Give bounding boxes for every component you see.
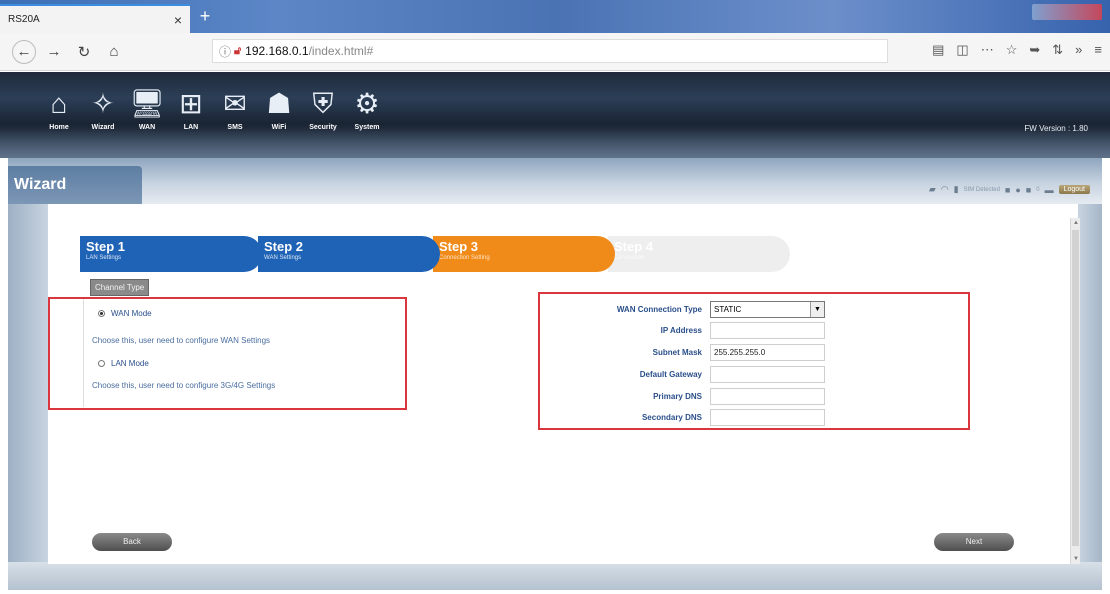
lan-icon: ⊞	[179, 88, 203, 119]
secondary-dns-input[interactable]	[710, 409, 825, 426]
new-tab-button[interactable]: +	[194, 6, 216, 28]
scroll-up-icon[interactable]: ▲	[1071, 218, 1081, 228]
wifi-status-icon: ◠	[940, 184, 949, 194]
primary-dns-input[interactable]	[710, 388, 825, 405]
content-scrollbar[interactable]: ▲ ▼	[1070, 218, 1080, 564]
back-arrow-icon[interactable]: ←	[12, 39, 36, 64]
bottom-background-band	[8, 562, 1102, 590]
menu-item-home[interactable]: ⌂ Home	[38, 86, 80, 131]
ip-address-row: IP Address	[540, 322, 825, 339]
globe-icon: ●	[1015, 184, 1021, 195]
wizard-bar: Wizard ▰ ◠ ▮ SIM Detected ■ ● ■ 0 ▬ Logo…	[8, 158, 1102, 204]
url-path: /index.html#	[308, 44, 374, 58]
url-bar[interactable]: ⓘ 🔓︎ 192.168.0.1 /index.html#	[212, 39, 888, 63]
info-icon[interactable]: ⓘ	[219, 43, 231, 60]
scroll-thumb[interactable]	[1072, 230, 1079, 546]
channel-type-divider	[83, 299, 84, 407]
home-icon[interactable]: ⌂	[102, 40, 126, 64]
firmware-version: FW Version : 1.80	[1024, 124, 1088, 133]
message-icon: ■	[1025, 184, 1032, 195]
home-icon: ⌂	[50, 88, 68, 119]
insecure-lock-icon: 🔓︎	[234, 44, 242, 57]
step-1[interactable]: Step 1 LAN Settings	[80, 236, 262, 272]
scroll-down-icon[interactable]: ▼	[1071, 554, 1081, 564]
wan-mode-description: Choose this, user need to configure WAN …	[92, 336, 271, 345]
url-host: 192.168.0.1	[245, 44, 309, 58]
menu-icon[interactable]: ≡	[1094, 42, 1102, 58]
menu-item-wifi[interactable]: ☗ WiFi	[258, 86, 300, 131]
right-background-band	[1078, 204, 1102, 570]
message-count: 0	[1036, 186, 1040, 193]
menu-item-wan[interactable]: 🖥︎ WAN	[126, 86, 168, 131]
signal-icon: ▰	[928, 184, 936, 194]
primary-dns-row: Primary DNS	[540, 388, 825, 405]
logout-button[interactable]: Logout	[1058, 185, 1090, 194]
menu-item-lan[interactable]: ⊞ LAN	[170, 86, 212, 131]
bookmark-star-icon[interactable]: ☆	[1006, 42, 1018, 58]
shield-icon: ⛨	[312, 88, 334, 119]
subnet-mask-input[interactable]	[710, 344, 825, 361]
forward-arrow-icon[interactable]: →	[42, 40, 66, 64]
next-button[interactable]: Next	[934, 533, 1014, 551]
browser-tab-bar: RS20A × +	[0, 0, 1110, 33]
default-gateway-row: Default Gateway	[540, 366, 825, 383]
browser-nav-bar: ← → ↻ ⌂ ⓘ 🔓︎ 192.168.0.1 /index.html# ▤ …	[0, 33, 1110, 71]
lan-mode-radio[interactable]: LAN Mode	[98, 359, 149, 368]
page-title: Wizard	[8, 166, 142, 204]
toolbar-right: ▤ ◫ ⋯ ☆ ➥ ⇅ » ≡	[932, 42, 1102, 58]
reload-icon[interactable]: ↻	[72, 40, 96, 64]
menu-item-security[interactable]: ⛨ Security	[302, 86, 344, 131]
secondary-dns-row: Secondary DNS	[540, 409, 825, 426]
tab-title: RS20A	[8, 14, 40, 25]
step-3[interactable]: Step 3 Connection Setting	[433, 236, 615, 272]
network-icon: ■	[1004, 184, 1011, 195]
close-icon[interactable]: ×	[174, 12, 182, 28]
wan-mode-radio[interactable]: WAN Mode	[98, 309, 152, 318]
gear-icon: ⚙	[354, 88, 380, 119]
window-controls[interactable]	[1032, 4, 1102, 20]
radio-unchecked-icon[interactable]	[98, 360, 105, 367]
lan-mode-description: Choose this, user need to configure 3G/4…	[92, 381, 276, 390]
page-icon[interactable]: ◫	[956, 42, 968, 58]
status-icons: ▰ ◠ ▮ SIM Detected ■ ● ■ 0 ▬ Logout	[929, 184, 1090, 195]
wifi-icon: ☗	[266, 88, 292, 119]
default-gateway-input[interactable]	[710, 366, 825, 383]
reader-view-icon[interactable]: ▤	[932, 42, 944, 58]
sms-icon: ✉	[223, 88, 247, 119]
more-icon[interactable]: ⋯	[981, 42, 994, 58]
sim-status-text: SIM Detected	[963, 186, 1000, 193]
router-header: ⌂ Home ✧ Wizard 🖥︎ WAN ⊞ LAN ✉ SMS ☗ WiF…	[0, 72, 1110, 158]
menu-item-wizard[interactable]: ✧ Wizard	[82, 86, 124, 131]
pocket-icon[interactable]: ➥	[1029, 42, 1040, 58]
left-background-band	[8, 204, 48, 570]
step-4[interactable]: Step 4 Connection	[608, 236, 790, 272]
ip-address-input[interactable]	[710, 322, 825, 339]
overflow-icon[interactable]: »	[1075, 42, 1082, 58]
radio-checked-icon[interactable]	[98, 310, 105, 317]
router-main-menu: ⌂ Home ✧ Wizard 🖥︎ WAN ⊞ LAN ✉ SMS ☗ WiF…	[38, 86, 388, 131]
step-2[interactable]: Step 2 WAN Settings	[258, 236, 440, 272]
back-button[interactable]: Back	[92, 533, 172, 551]
browser-tab[interactable]: RS20A ×	[0, 4, 190, 33]
wan-connection-type-row: WAN Connection Type STATIC ▼	[540, 301, 825, 318]
menu-item-sms[interactable]: ✉ SMS	[214, 86, 256, 131]
wizard-steps: Step 4 Connection Step 3 Connection Sett…	[80, 236, 800, 272]
wizard-icon: ✧	[91, 88, 115, 119]
library-icon[interactable]: ⇅	[1052, 42, 1063, 58]
subnet-mask-row: Subnet Mask	[540, 344, 825, 361]
envelope-icon: ▬	[1044, 184, 1054, 195]
wan-connection-type-select[interactable]: STATIC ▼	[710, 301, 825, 318]
menu-item-system[interactable]: ⚙ System	[346, 86, 388, 131]
sim-icon: ▮	[953, 184, 959, 194]
wan-icon: 🖥︎	[129, 88, 165, 119]
channel-type-label: Channel Type	[90, 279, 150, 296]
chevron-down-icon: ▼	[810, 302, 824, 317]
